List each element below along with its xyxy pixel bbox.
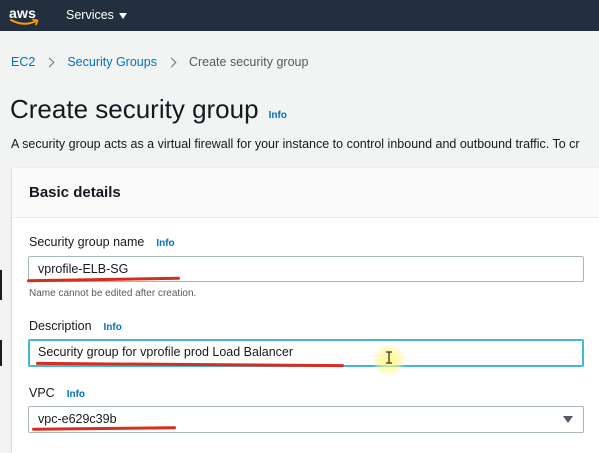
field-label-text: VPC: [29, 386, 55, 400]
chevron-right-icon: [44, 57, 55, 67]
breadcrumb-ec2-link[interactable]: EC2: [11, 55, 35, 69]
panel-title: Basic details: [29, 184, 121, 201]
breadcrumb-current: Create security group: [188, 55, 309, 69]
field-label-text: Description: [29, 319, 92, 333]
security-group-name-label: Security group name Info: [29, 235, 175, 249]
breadcrumb: EC2 Security Groups Create security grou…: [11, 55, 308, 69]
input-value: vprofile-ELB-SG: [38, 262, 129, 276]
page-title-text: Create security group: [10, 94, 259, 124]
input-value: Security group for vprofile prod Load Ba…: [38, 345, 294, 359]
page-title: Create security group Info: [10, 94, 287, 125]
chevron-right-icon: [166, 57, 177, 67]
left-edge-divider: [0, 270, 2, 300]
security-group-name-info-link[interactable]: Info: [156, 238, 174, 249]
panel-header: Basic details: [12, 168, 599, 218]
aws-logo[interactable]: aws: [9, 3, 41, 27]
top-navigation-bar: aws Services: [0, 0, 599, 31]
caret-down-icon: [118, 12, 127, 19]
vpc-info-link[interactable]: Info: [67, 389, 85, 400]
page-description: A security group acts as a virtual firew…: [11, 137, 580, 151]
field-label-text: Security group name: [29, 235, 145, 249]
breadcrumb-security-groups-link[interactable]: Security Groups: [67, 55, 157, 69]
basic-details-panel: Basic details Security group name Info v…: [12, 168, 599, 453]
select-value: vpc-e629c39b: [38, 412, 117, 426]
page-info-link[interactable]: Info: [269, 110, 287, 121]
caret-down-icon: [563, 416, 573, 423]
security-group-name-hint: Name cannot be edited after creation.: [29, 288, 197, 299]
description-info-link[interactable]: Info: [104, 322, 122, 333]
services-label: Services: [66, 8, 114, 22]
text-cursor-icon: [386, 351, 392, 364]
services-menu-button[interactable]: Services: [66, 8, 127, 22]
aws-smile-icon: [10, 18, 39, 26]
vpc-label: VPC Info: [29, 386, 85, 400]
left-edge-divider: [0, 340, 2, 366]
description-label: Description Info: [29, 319, 122, 333]
